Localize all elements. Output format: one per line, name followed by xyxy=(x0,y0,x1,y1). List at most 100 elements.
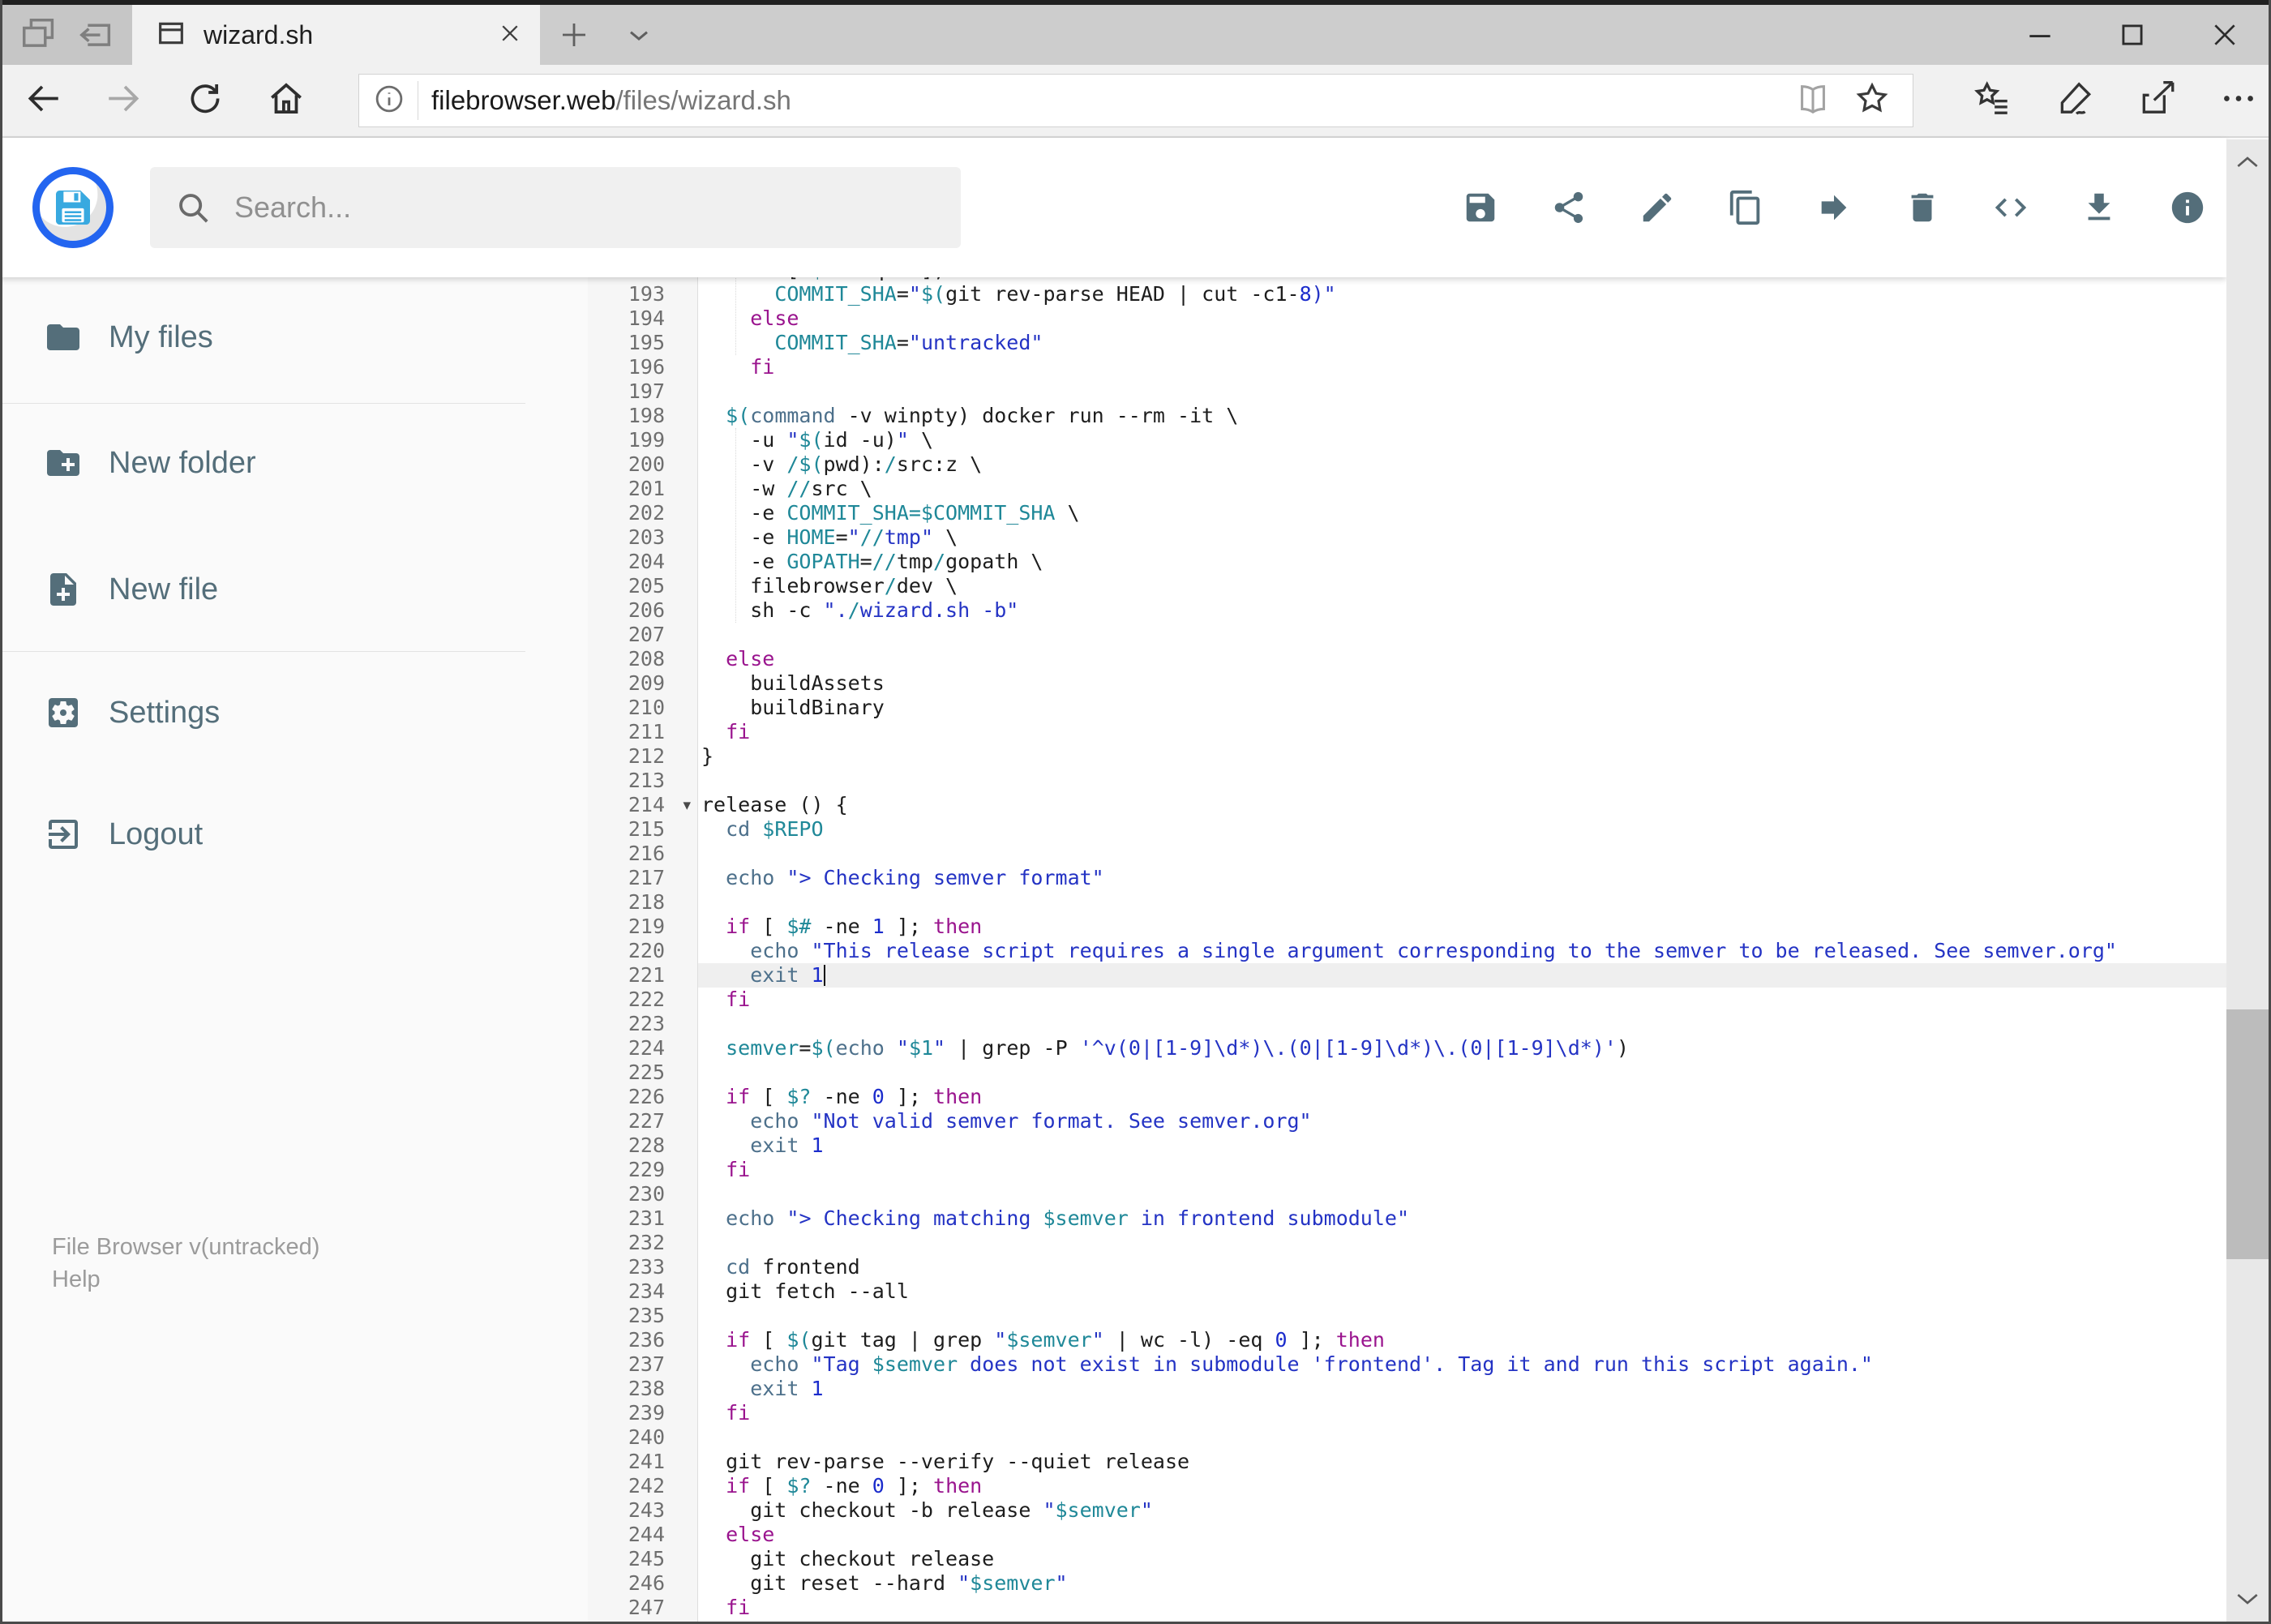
browser-window: wizard.sh filebrowser.web/files/wizard.s… xyxy=(0,0,2271,1624)
sidebar-item-settings[interactable]: Settings xyxy=(44,690,220,735)
code-line-225[interactable] xyxy=(698,1061,2226,1085)
gutter-line-199: 199 xyxy=(628,428,665,452)
fold-arrow-icon[interactable]: ▾ xyxy=(683,793,691,817)
home-icon[interactable] xyxy=(266,79,306,123)
code-line-197[interactable] xyxy=(698,379,2226,404)
code-line-209[interactable]: buildAssets xyxy=(698,671,2226,696)
code-line-219[interactable]: if [ $# -ne 1 ]; then xyxy=(698,915,2226,939)
sidebar-item-my-files[interactable]: My files xyxy=(44,315,213,360)
sidebar-item-new-folder[interactable]: New folder xyxy=(44,440,256,486)
code-line-199[interactable]: -u "$(id -u)" \ xyxy=(698,428,2226,452)
code-line-234[interactable]: git fetch --all xyxy=(698,1279,2226,1304)
back-icon[interactable] xyxy=(23,79,63,123)
code-line-217[interactable]: echo "> Checking semver format" xyxy=(698,866,2226,890)
gutter-line-194: 194 xyxy=(628,306,665,330)
code-line-242[interactable]: if [ $? -ne 0 ]; then xyxy=(698,1474,2226,1498)
code-line-229[interactable]: fi xyxy=(698,1158,2226,1182)
code-line-216[interactable] xyxy=(698,842,2226,866)
tab-list-chevron-icon[interactable] xyxy=(613,5,665,65)
new-tab-button[interactable] xyxy=(548,5,600,65)
code-line-212[interactable]: } xyxy=(698,744,2226,769)
code-line-206[interactable]: sh -c "./wizard.sh -b" xyxy=(698,598,2226,623)
code-line-241[interactable]: git rev-parse --verify --quiet release xyxy=(698,1450,2226,1474)
code-line-202[interactable]: -e COMMIT_SHA=$COMMIT_SHA \ xyxy=(698,501,2226,525)
code-line-227[interactable]: echo "Not valid semver format. See semve… xyxy=(698,1109,2226,1133)
move-button[interactable] xyxy=(1815,189,1853,226)
code-line-226[interactable]: if [ $? -ne 0 ]; then xyxy=(698,1085,2226,1109)
code-line-240[interactable] xyxy=(698,1425,2226,1450)
more-ellipsis-icon[interactable] xyxy=(2218,79,2259,123)
code-editor[interactable]: if [ $? -eq 0 ]; then COMMIT_SHA="$(git … xyxy=(698,277,2226,1624)
scroll-up-icon[interactable] xyxy=(2226,139,2269,185)
code-line-245[interactable]: git checkout release xyxy=(698,1547,2226,1571)
info-button[interactable] xyxy=(2169,189,2206,226)
favorite-star-icon[interactable] xyxy=(1853,79,1892,122)
code-line-207[interactable] xyxy=(698,623,2226,647)
refresh-icon[interactable] xyxy=(185,79,225,123)
editor-button[interactable] xyxy=(1992,189,2029,226)
tab-close-icon[interactable] xyxy=(498,21,522,49)
browser-tab[interactable]: wizard.sh xyxy=(132,5,540,65)
search-input[interactable]: Search... xyxy=(150,167,961,248)
share-page-icon[interactable] xyxy=(2137,79,2178,123)
maximize-button[interactable] xyxy=(2086,5,2179,65)
sidebar-item-new-file[interactable]: New file xyxy=(44,567,218,612)
code-line-200[interactable]: -v /$(pwd):/src:z \ xyxy=(698,452,2226,477)
code-line-231[interactable]: echo "> Checking matching $semver in fro… xyxy=(698,1206,2226,1231)
page-favicon-icon xyxy=(155,17,187,54)
code-line-222[interactable]: fi xyxy=(698,988,2226,1012)
set-tabs-aside-icon[interactable] xyxy=(74,12,116,58)
help-link[interactable]: Help xyxy=(52,1263,319,1296)
code-line-233[interactable]: cd frontend xyxy=(698,1255,2226,1279)
page-scrollbar[interactable] xyxy=(2226,139,2269,1622)
code-line-236[interactable]: if [ $(git tag | grep "$semver" | wc -l)… xyxy=(698,1328,2226,1352)
window-close-button[interactable] xyxy=(2179,5,2271,65)
code-line-230[interactable] xyxy=(698,1182,2226,1206)
code-line-204[interactable]: -e GOPATH=//tmp/gopath \ xyxy=(698,550,2226,574)
tab-preview-icon[interactable] xyxy=(16,12,58,58)
code-line-224[interactable]: semver=$(echo "$1" | grep -P '^v(0|[1-9]… xyxy=(698,1036,2226,1061)
page-info-icon[interactable] xyxy=(372,82,406,120)
code-line-246[interactable]: git reset --hard "$semver" xyxy=(698,1571,2226,1596)
code-line-194[interactable]: else xyxy=(698,306,2226,331)
hub-icon[interactable] xyxy=(1972,79,2012,123)
code-line-223[interactable] xyxy=(698,1012,2226,1036)
share-button[interactable] xyxy=(1550,189,1588,226)
code-line-201[interactable]: -w //src \ xyxy=(698,477,2226,501)
code-line-195[interactable]: COMMIT_SHA="untracked" xyxy=(698,331,2226,355)
code-line-247[interactable]: fi xyxy=(698,1596,2226,1620)
minimize-button[interactable] xyxy=(1994,5,2086,65)
code-line-203[interactable]: -e HOME="//tmp" \ xyxy=(698,525,2226,550)
code-line-208[interactable]: else xyxy=(698,647,2226,671)
code-line-243[interactable]: git checkout -b release "$semver" xyxy=(698,1498,2226,1523)
rename-button[interactable] xyxy=(1639,189,1676,226)
code-line-214[interactable]: release () { xyxy=(698,793,2226,817)
code-line-237[interactable]: echo "Tag $semver does not exist in subm… xyxy=(698,1352,2226,1377)
sidebar-item-logout[interactable]: Logout xyxy=(44,812,203,857)
code-line-205[interactable]: filebrowser/dev \ xyxy=(698,574,2226,598)
code-line-198[interactable]: $(command -v winpty) docker run --rm -it… xyxy=(698,404,2226,428)
delete-button[interactable] xyxy=(1904,189,1941,226)
code-line-215[interactable]: cd $REPO xyxy=(698,817,2226,842)
code-line-220[interactable]: echo "This release script requires a sin… xyxy=(698,939,2226,963)
code-line-244[interactable]: else xyxy=(698,1523,2226,1547)
code-line-239[interactable]: fi xyxy=(698,1401,2226,1425)
code-line-228[interactable]: exit 1 xyxy=(698,1133,2226,1158)
url-field[interactable]: filebrowser.web/files/wizard.sh xyxy=(358,74,1913,127)
code-line-235[interactable] xyxy=(698,1304,2226,1328)
code-line-193[interactable]: COMMIT_SHA="$(git rev-parse HEAD | cut -… xyxy=(698,282,2226,306)
save-button[interactable] xyxy=(1462,189,1499,226)
code-line-221[interactable]: exit 1 xyxy=(698,963,2226,988)
download-button[interactable] xyxy=(2080,189,2118,226)
code-line-238[interactable]: exit 1 xyxy=(698,1377,2226,1401)
copy-button[interactable] xyxy=(1727,189,1764,226)
scrollbar-thumb[interactable] xyxy=(2226,1009,2269,1259)
code-line-232[interactable] xyxy=(698,1231,2226,1255)
scroll-down-icon[interactable] xyxy=(2226,1576,2269,1622)
code-line-213[interactable] xyxy=(698,769,2226,793)
code-line-218[interactable] xyxy=(698,890,2226,915)
code-line-211[interactable]: fi xyxy=(698,720,2226,744)
code-line-210[interactable]: buildBinary xyxy=(698,696,2226,720)
code-line-196[interactable]: fi xyxy=(698,355,2226,379)
annotate-pen-icon[interactable] xyxy=(2055,79,2095,123)
